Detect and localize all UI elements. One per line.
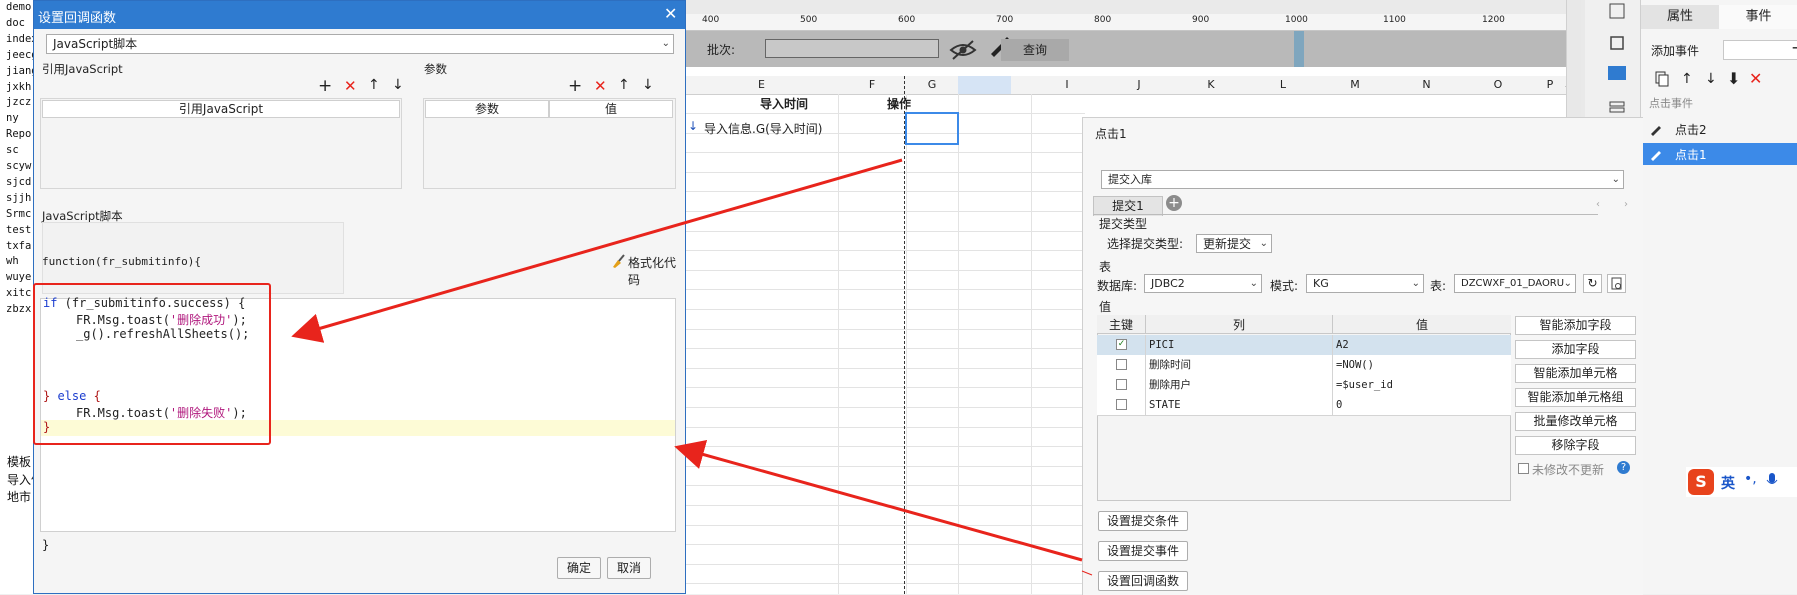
arrow-to-code [291,158,903,343]
arrow-tail [1081,570,1093,576]
annotation-arrows [291,158,1093,576]
arrow-to-editor [674,439,1083,562]
